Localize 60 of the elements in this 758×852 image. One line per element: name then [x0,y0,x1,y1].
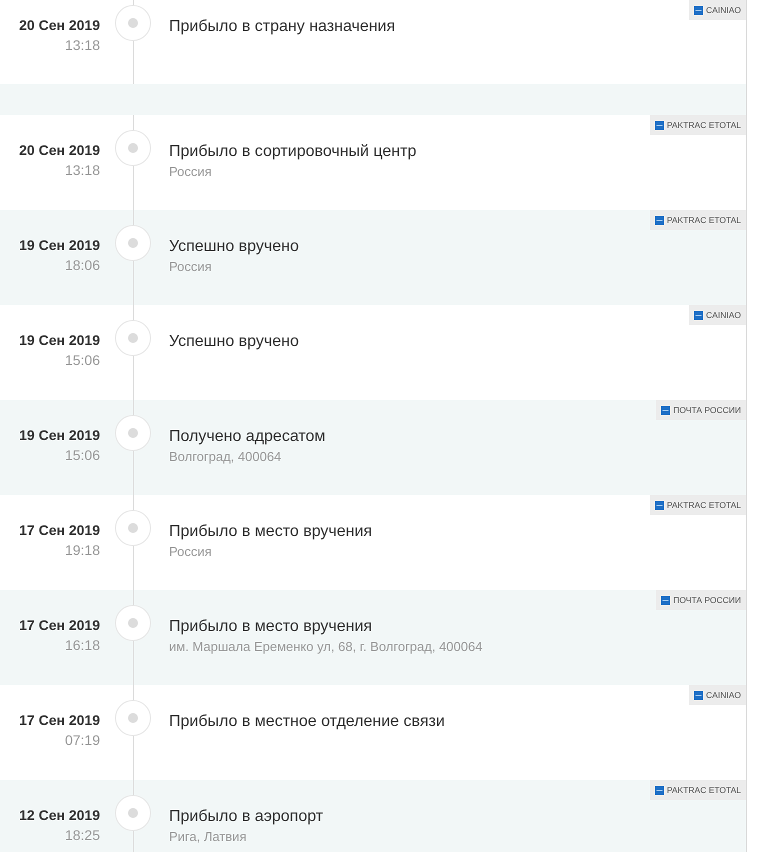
event-time: 19:18 [64,541,100,560]
carrier-name: ПОЧТА РОССИИ [673,594,741,606]
carrier-name: PAKTRAC ETOTAL [666,784,741,796]
timeline-node-icon [115,795,151,831]
carrier-name: ПОЧТА РОССИИ [673,404,741,416]
event-status: Прибыло в сортировочный центр [169,142,416,162]
event-date: 19 Сен 2019 [19,236,100,255]
event-status: Прибыло в местное отделение связи [169,712,445,732]
event-status: Успешно вручено [169,237,299,257]
timeline-node-icon [115,415,151,451]
logo-icon [694,310,704,320]
event-status: Получено адресатом [169,427,326,447]
event-time: 18:06 [64,256,100,275]
event-time: 07:19 [64,731,100,750]
event-status: Прибыло в аэропорт [169,807,324,827]
carrier-name: PAKTRAC ETOTAL [666,214,741,226]
event-date: 17 Сен 2019 [19,616,100,635]
event-location: Россия [169,543,212,561]
carrier-name: PAKTRAC ETOTAL [666,499,741,511]
event-status: Прибыло в страну назначения [169,17,396,37]
event-date: 19 Сен 2019 [19,331,100,350]
event-time: 13:18 [64,161,100,180]
carrier-name: CAINIAO [706,689,741,701]
event-time: 15:06 [64,351,100,370]
event-time: 13:18 [64,36,100,55]
timeline-node-icon [115,510,151,546]
event-date: 20 Сен 2019 [19,16,100,35]
event-status: Прибыло в место вручения [169,617,372,637]
event-time: 18:25 [64,826,100,845]
event-date: 17 Сен 2019 [19,711,100,730]
timeline-node-icon [115,320,151,356]
logo-icon [661,596,670,604]
event-location: Россия [169,258,212,276]
timeline-node-icon [115,5,151,41]
event-location: Россия [169,163,212,181]
event-location: Рига, Латвия [169,828,246,846]
event-status: Успешно вручено [169,332,299,352]
event-date: 17 Сен 2019 [19,521,100,540]
logo-icon [654,500,664,510]
carrier-name: PAKTRAC ETOTAL [666,119,741,131]
timeline-node-icon [115,700,151,736]
carrier-name: CAINIAO [706,4,741,16]
event-date: 20 Сен 2019 [19,141,100,160]
event-location: им. Маршала Еременко ул, 68, г. Волгоград, 400064 [169,638,482,656]
event-date: 12 Сен 2019 [19,806,100,825]
carrier-name: CAINIAO [706,309,741,321]
event-status: Прибыло в место вручения [169,522,372,542]
timeline-node-icon [115,605,151,641]
logo-icon [661,406,670,414]
event-date: 19 Сен 2019 [19,426,100,445]
logo-icon [694,6,704,14]
logo-icon [654,120,664,130]
event-time: 15:06 [64,446,100,465]
logo-icon [654,216,664,224]
logo-icon [654,786,664,794]
timeline-node-icon [115,225,151,261]
logo-icon [694,690,704,700]
event-location: Волгоград, 400064 [169,448,282,466]
event-time: 16:18 [64,636,100,655]
timeline-node-icon [115,130,151,166]
